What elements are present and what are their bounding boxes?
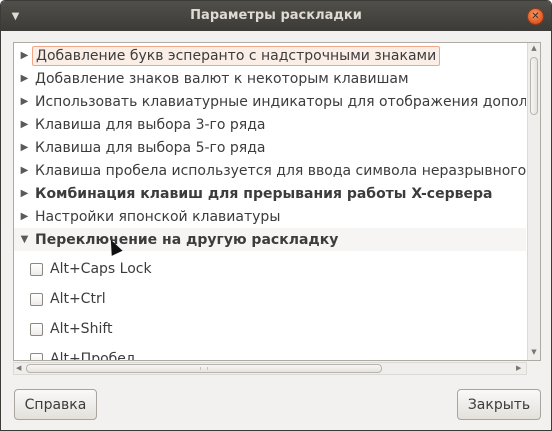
scroll-up-icon[interactable]: ▲ <box>528 44 540 52</box>
option-alt-shift[interactable]: Alt+Shift <box>14 314 526 344</box>
tree-item-currency[interactable]: ▶ Добавление знаков валют к некоторым кл… <box>14 67 526 90</box>
tree-item-label: Клавиша для выбора 3-го ряда <box>35 116 266 133</box>
tree-item-label: Добавление букв эсперанто с надстрочными… <box>32 45 441 66</box>
tree-item-indicators[interactable]: ▶ Использовать клавиатурные индикаторы д… <box>14 90 526 113</box>
vertical-scrollbar[interactable]: ▲ ▼ <box>527 43 540 360</box>
option-label: Alt+Пробел <box>50 351 135 360</box>
vertical-scroll-thumb[interactable] <box>530 57 538 115</box>
layout-options-dialog: ▼ Параметры раскладки ✕ ▶ Добавление бук… <box>0 0 552 431</box>
tree-item-nbsp[interactable]: ▶ Клавиша пробела используется для ввода… <box>14 159 526 182</box>
scroll-right-icon[interactable]: ▶ <box>516 363 521 374</box>
grip-icon <box>200 367 208 370</box>
tree-item-label: Настройки японской клавиатуры <box>35 208 281 225</box>
expander-collapsed-icon[interactable]: ▶ <box>14 211 32 222</box>
window-title: Параметры раскладки <box>190 8 362 23</box>
tree-item-label: Переключение на другую раскладку <box>35 231 339 248</box>
close-button[interactable]: Закрыть <box>457 389 541 420</box>
option-label: Alt+Ctrl <box>50 291 106 307</box>
expander-collapsed-icon[interactable]: ▶ <box>14 73 32 84</box>
expander-collapsed-icon[interactable]: ▶ <box>14 142 32 153</box>
expander-collapsed-icon[interactable]: ▶ <box>14 96 32 107</box>
tree-item-switch-layout[interactable]: ▼ Переключение на другую раскладку <box>14 228 526 251</box>
tree-item-label: Клавиша для выбора 5-го ряда <box>35 139 266 156</box>
option-label: Alt+Caps Lock <box>50 261 152 277</box>
checkbox[interactable] <box>30 352 43 360</box>
horizontal-scrollbar[interactable]: ◀ ▶ <box>13 362 527 375</box>
expander-collapsed-icon[interactable]: ▶ <box>14 50 32 61</box>
options-tree-frame: ▶ Добавление букв эсперанто с надстрочны… <box>13 42 541 361</box>
tree-item-label: Клавиша пробела используется для ввода с… <box>35 162 526 179</box>
help-button[interactable]: Справка <box>14 389 97 420</box>
tree-item-level3[interactable]: ▶ Клавиша для выбора 3-го ряда <box>14 113 526 136</box>
tree-item-label: Добавление знаков валют к некоторым клав… <box>35 70 409 87</box>
scroll-down-icon[interactable]: ▼ <box>528 348 540 356</box>
title-bar: ▼ Параметры раскладки ✕ <box>1 1 551 31</box>
option-label: Alt+Shift <box>50 321 113 337</box>
expander-expanded-icon[interactable]: ▼ <box>14 234 32 245</box>
option-alt-space[interactable]: Alt+Пробел <box>14 344 526 360</box>
close-window-icon[interactable]: ✕ <box>527 8 544 25</box>
tree-item-japanese[interactable]: ▶ Настройки японской клавиатуры <box>14 205 526 228</box>
checkbox[interactable] <box>30 262 43 276</box>
tree-item-level5[interactable]: ▶ Клавиша для выбора 5-го ряда <box>14 136 526 159</box>
tree-item-label: Комбинация клавиш для прерывания работы … <box>35 185 493 202</box>
scroll-left-icon[interactable]: ◀ <box>16 363 21 374</box>
tree-item-esperanto[interactable]: ▶ Добавление букв эсперанто с надстрочны… <box>14 44 526 67</box>
option-alt-caps-lock[interactable]: Alt+Caps Lock <box>14 254 526 284</box>
options-tree[interactable]: ▶ Добавление букв эсперанто с надстрочны… <box>14 43 526 360</box>
expander-collapsed-icon[interactable]: ▶ <box>14 119 32 130</box>
expander-collapsed-icon[interactable]: ▶ <box>14 165 32 176</box>
checkbox[interactable] <box>30 292 43 306</box>
checkbox[interactable] <box>30 322 43 336</box>
horizontal-scroll-thumb[interactable] <box>26 364 382 373</box>
tree-item-terminate-x[interactable]: ▶ Комбинация клавиш для прерывания работ… <box>14 182 526 205</box>
tree-item-label: Использовать клавиатурные индикаторы для… <box>35 93 526 110</box>
expander-collapsed-icon[interactable]: ▶ <box>14 188 32 199</box>
option-alt-ctrl[interactable]: Alt+Ctrl <box>14 284 526 314</box>
